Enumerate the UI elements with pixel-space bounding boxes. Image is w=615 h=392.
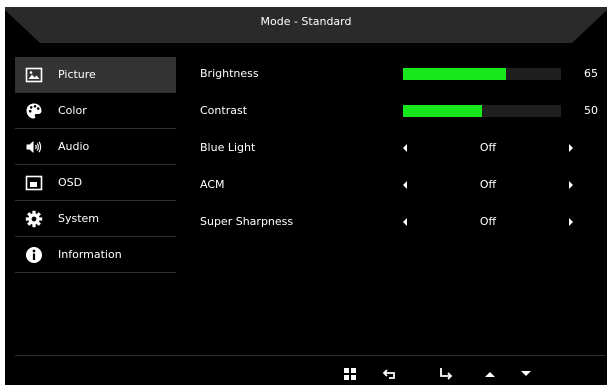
header: Mode - Standard — [5, 7, 607, 43]
sidebar-item-system[interactable]: System — [15, 201, 176, 237]
blue-light-right-arrow-icon[interactable] — [569, 144, 573, 152]
super-sharpness-right-arrow-icon[interactable] — [569, 218, 573, 226]
sidebar-item-label: System — [58, 212, 100, 225]
speaker-icon — [25, 138, 43, 156]
acm-label: ACM — [200, 178, 225, 191]
blue-light-value: Off — [479, 141, 497, 154]
acm-value: Off — [479, 178, 497, 191]
contrast-row[interactable]: Contrast 50 — [200, 92, 600, 129]
palette-icon — [25, 102, 43, 120]
footer-divider — [15, 355, 605, 356]
acm-row[interactable]: ACM Off — [200, 166, 600, 203]
brightness-value: 65 — [584, 67, 598, 80]
osd-icon — [25, 174, 43, 192]
brightness-slider-fill — [403, 68, 506, 80]
gear-icon — [25, 210, 43, 228]
blue-light-left-arrow-icon[interactable] — [403, 144, 407, 152]
info-icon — [25, 246, 43, 264]
osd-menu: Mode - Standard Picture Color Audio OSD … — [5, 7, 607, 385]
contrast-slider-fill — [403, 105, 482, 117]
mode-title: Mode - Standard — [260, 15, 352, 28]
acm-right-arrow-icon[interactable] — [569, 181, 573, 189]
contrast-label: Contrast — [200, 104, 248, 117]
enter-icon[interactable] — [438, 366, 454, 382]
sidebar: Picture Color Audio OSD System Informati… — [15, 57, 176, 273]
super-sharpness-left-arrow-icon[interactable] — [403, 218, 407, 226]
menu-icon[interactable] — [342, 366, 358, 382]
sidebar-item-audio[interactable]: Audio — [15, 129, 176, 165]
sidebar-item-label: Picture — [58, 68, 96, 81]
picture-icon — [25, 66, 43, 84]
super-sharpness-row[interactable]: Super Sharpness Off — [200, 203, 600, 240]
sidebar-item-label: OSD — [58, 176, 83, 189]
sidebar-item-label: Information — [58, 248, 122, 261]
contrast-slider[interactable] — [403, 105, 561, 117]
sidebar-item-picture[interactable]: Picture — [15, 57, 176, 93]
super-sharpness-label: Super Sharpness — [200, 215, 294, 228]
sidebar-item-label: Audio — [58, 140, 90, 153]
brightness-slider[interactable] — [403, 68, 561, 80]
sidebar-item-osd[interactable]: OSD — [15, 165, 176, 201]
super-sharpness-value: Off — [479, 215, 497, 228]
brightness-label: Brightness — [200, 67, 259, 80]
contrast-value: 50 — [584, 104, 598, 117]
brightness-row[interactable]: Brightness 65 — [200, 55, 600, 92]
acm-left-arrow-icon[interactable] — [403, 181, 407, 189]
down-arrow-icon[interactable] — [518, 366, 534, 382]
sidebar-item-color[interactable]: Color — [15, 93, 176, 129]
sidebar-item-label: Color — [58, 104, 87, 117]
back-icon[interactable] — [382, 366, 398, 382]
blue-light-label: Blue Light — [200, 141, 256, 154]
sidebar-item-information[interactable]: Information — [15, 237, 176, 273]
blue-light-row[interactable]: Blue Light Off — [200, 129, 600, 166]
up-arrow-icon[interactable] — [482, 366, 498, 382]
settings-panel: Brightness 65 Contrast 50 Blue Light Off… — [200, 55, 600, 240]
